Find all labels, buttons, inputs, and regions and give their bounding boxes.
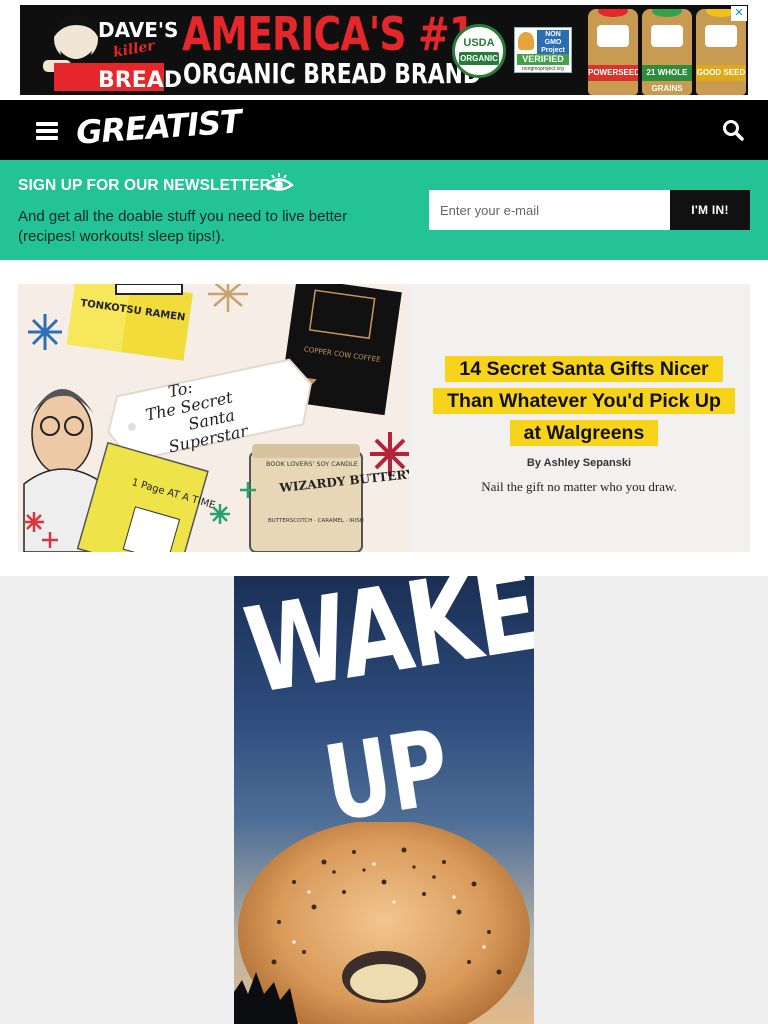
daves-killer-bread-logo: DAVE'S killer BREAD (41, 14, 182, 93)
bag-label: GOOD SEED (696, 65, 746, 81)
newsletter-title: SIGN UP FOR OUR NEWSLETTER (18, 177, 271, 194)
bread-bag: GOOD SEED (696, 9, 746, 95)
top-banner-ad[interactable]: DAVE'S killer BREAD AMERICA'S #1 ORGANIC… (20, 5, 748, 95)
svg-text:DAVE'S: DAVE'S (98, 18, 178, 42)
headline-line[interactable]: at Walgreens (509, 420, 659, 446)
bread-bag: POWERSEED (588, 9, 638, 95)
wake-up-ad[interactable]: WAKE UP (234, 576, 534, 1024)
butterfly-icon (518, 32, 534, 50)
search-icon[interactable] (722, 119, 744, 141)
ad-text-wake: WAKE (236, 576, 534, 721)
non-gmo-badge: NON GMO Project VERIFIED nongmoproject.o… (514, 27, 572, 73)
usda-label: USDA (463, 37, 495, 49)
newsletter-description: And get all the doable stuff you need to… (18, 208, 348, 245)
usda-organic-badge: USDA ORGANIC (452, 24, 506, 78)
subscribe-button[interactable]: I'M IN! (670, 190, 750, 230)
ad-headline: AMERICA'S #1 (182, 7, 475, 61)
snowflake-icon (28, 314, 62, 350)
eye-icon (264, 173, 294, 191)
non-gmo-url: nongmoproject.org (522, 66, 564, 72)
svg-text:BREAD: BREAD (98, 68, 182, 93)
verified-label: VERIFIED (517, 54, 569, 65)
bagel-image (234, 822, 530, 1024)
bag-label: 21 WHOLE GRAINS (642, 65, 692, 93)
article-byline: By Ashley Sepanski (526, 457, 632, 469)
article-description: Nail the gift no matter who you draw. (481, 479, 677, 494)
bread-bag: 21 WHOLE GRAINS (642, 9, 692, 95)
svg-text:BUTTERSCOTCH · CARAMEL · IRISH: BUTTERSCOTCH · CARAMEL · IRISH (268, 518, 364, 524)
headline-line[interactable]: Than Whatever You'd Pick Up (433, 388, 735, 414)
article-image[interactable]: TONKOTSU RAMEN COPPER COW COFFEE To: The… (18, 284, 409, 552)
svg-text:BOOK LOVERS' SOY CANDLE: BOOK LOVERS' SOY CANDLE (266, 460, 358, 468)
article-headline[interactable]: 14 Secret Santa Gifts Nicer Than Whateve… (426, 356, 742, 452)
ad-subline: ORGANIC BREAD BRAND (183, 57, 482, 90)
ad-text-up: UP (316, 706, 455, 846)
headline-line[interactable]: 14 Secret Santa Gifts Nicer (445, 356, 723, 382)
hamburger-menu-icon[interactable] (36, 122, 58, 140)
non-gmo-label: NON GMO Project (537, 30, 569, 56)
email-input[interactable] (429, 190, 670, 230)
organic-label: ORGANIC (459, 52, 499, 65)
ad-close-icon[interactable]: ✕ (731, 6, 747, 21)
bread-bags-image: POWERSEED 21 WHOLE GRAINS GOOD SEED (586, 5, 748, 95)
bag-label: POWERSEED (588, 65, 638, 81)
